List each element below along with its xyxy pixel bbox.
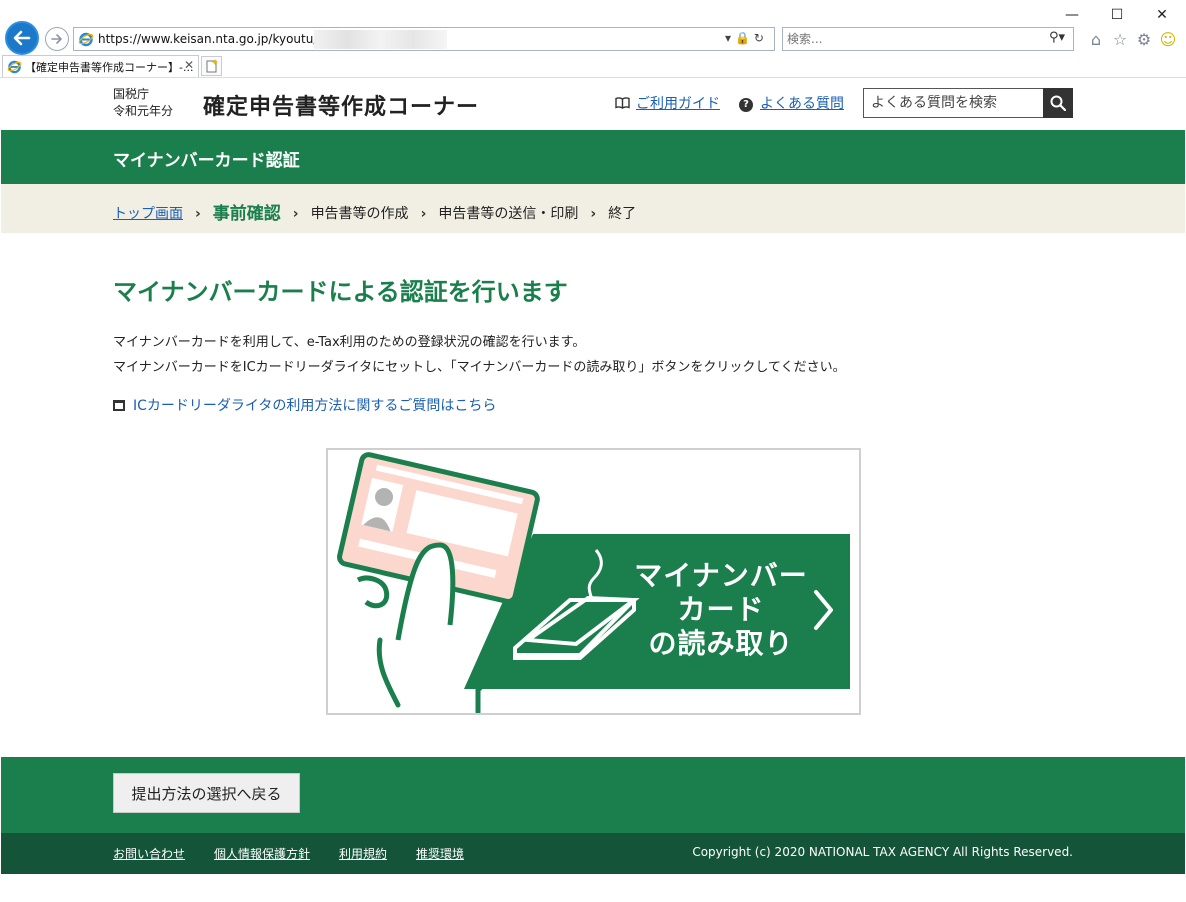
copyright: Copyright (c) 2020 NATIONAL TAX AGENCY A… (692, 845, 1073, 859)
back-to-submission-method-button[interactable]: 提出方法の選択へ戻る (113, 773, 300, 813)
search-icon (1050, 95, 1066, 111)
tax-year: 令和元年分 (113, 104, 174, 118)
breadcrumb-step-create: 申告書等の作成 (310, 206, 409, 222)
browser-chrome: — ☐ ✕ https://www.keisan.nta.go.jp/kyout… (0, 0, 1186, 78)
url-text[interactable]: https://www.keisan.nta.go.jp/kyoutu/ky/ (98, 32, 335, 46)
faq-search-button[interactable] (1043, 88, 1073, 118)
settings-gear-icon[interactable]: ⚙ (1134, 30, 1154, 50)
ic-reader-faq-link[interactable]: ICカードリーダライタの利用方法に関するご質問はこちら (113, 395, 496, 415)
new-tab-button[interactable] (201, 56, 222, 76)
breadcrumb-step-end: 終了 (608, 206, 637, 222)
chevron-right-icon: › (195, 206, 201, 222)
footer-bar: お問い合わせ 個人情報保護方針 利用規約 推奨環境 Copyright (c) … (1, 833, 1185, 874)
forward-button[interactable] (45, 27, 69, 51)
footer-link-environment[interactable]: 推奨環境 (416, 845, 464, 862)
ic-reader-faq-label[interactable]: ICカードリーダライタの利用方法に関するご質問はこちら (133, 398, 496, 414)
guide-link[interactable]: ご利用ガイド (615, 93, 720, 113)
instruction-text-2: マイナンバーカードをICカードリーダライタにセットし、「マイナンバーカードの読み… (113, 360, 846, 375)
smiley-feedback-icon[interactable]: ☺ (1158, 30, 1178, 50)
book-icon (615, 97, 630, 109)
browser-tab-active[interactable]: 【確定申告書等作成コーナー】-... ✕ (2, 55, 199, 77)
favorites-star-icon[interactable]: ☆ (1110, 30, 1130, 50)
close-tab-icon[interactable]: ✕ (184, 58, 194, 72)
faq-link-label[interactable]: よくある質問 (760, 96, 844, 112)
arrow-left-icon (13, 30, 31, 46)
minimize-button[interactable]: — (1057, 4, 1087, 26)
read-button-label-line3[interactable]: の読み取り (624, 624, 818, 664)
tab-title: 【確定申告書等作成コーナー】-... (25, 61, 194, 74)
footer-link-terms[interactable]: 利用規約 (339, 845, 387, 862)
address-bar-controls[interactable]: ▾🔒↻ (725, 31, 768, 45)
page-content: 国税庁 令和元年分 確定申告書等作成コーナー ご利用ガイド ? よくある質問 マイ… (1, 78, 1185, 874)
faq-link[interactable]: ? よくある質問 (739, 93, 844, 113)
browser-search-input[interactable] (787, 31, 1017, 47)
question-circle-icon: ? (739, 98, 753, 112)
browser-search-box[interactable]: ⚲▾ (782, 27, 1074, 51)
arrow-right-icon (51, 34, 62, 44)
new-tab-icon (206, 59, 218, 73)
page-title: マイナンバーカードによる認証を行います (113, 278, 568, 306)
address-bar[interactable]: https://www.keisan.nta.go.jp/kyoutu/ky/ … (73, 27, 775, 51)
close-window-button[interactable]: ✕ (1147, 4, 1177, 26)
faq-search-input[interactable] (871, 90, 1041, 116)
section-band: マイナンバーカード認証 (1, 130, 1185, 184)
back-button[interactable] (5, 21, 39, 55)
chevron-right-icon: › (590, 206, 597, 222)
agency-name: 国税庁 (113, 87, 150, 101)
ie-icon (7, 60, 22, 74)
search-icon[interactable]: ⚲▾ (1049, 30, 1065, 45)
footer-actions: 提出方法の選択へ戻る (1, 757, 1185, 833)
maximize-button[interactable]: ☐ (1102, 4, 1132, 26)
new-window-icon (113, 400, 125, 411)
agency-label: 国税庁 令和元年分 (113, 86, 173, 120)
ie-icon (78, 32, 94, 47)
redacted-url-part (314, 30, 447, 49)
read-mynumber-card-button[interactable]: マイナンバー カード の読み取り (326, 448, 861, 715)
chevron-right-icon: › (420, 206, 427, 222)
home-icon[interactable]: ⌂ (1086, 30, 1106, 50)
guide-link-label[interactable]: ご利用ガイド (636, 96, 720, 112)
breadcrumb-step-send: 申告書等の送信・印刷 (438, 206, 579, 222)
faq-search-box[interactable] (863, 88, 1043, 118)
breadcrumb-top-link[interactable]: トップ画面 (113, 206, 183, 222)
breadcrumb: トップ画面 › 事前確認 › 申告書等の作成 › 申告書等の送信・印刷 › 終了 (1, 184, 1185, 233)
site-title: 確定申告書等作成コーナー (203, 95, 480, 120)
footer-link-contact[interactable]: お問い合わせ (113, 845, 185, 862)
footer-link-privacy[interactable]: 個人情報保護方針 (214, 845, 310, 862)
section-title: マイナンバーカード認証 (113, 151, 300, 171)
breadcrumb-current: 事前確認 (212, 204, 281, 224)
instruction-text-1: マイナンバーカードを利用して、e-Tax利用のための登録状況の確認を行います。 (113, 335, 586, 350)
site-header: 国税庁 令和元年分 確定申告書等作成コーナー ご利用ガイド ? よくある質問 (1, 78, 1185, 130)
chevron-right-icon: › (292, 206, 299, 222)
